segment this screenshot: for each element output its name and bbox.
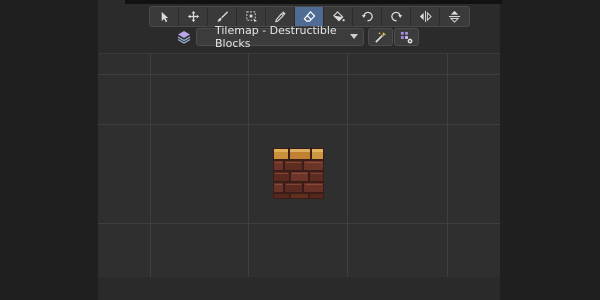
rect-select-icon [245, 11, 257, 23]
rotate-left-icon [361, 11, 373, 22]
grid-line [248, 54, 249, 277]
magic-wand-button[interactable] [368, 28, 393, 46]
arrow-cursor-icon [161, 11, 168, 23]
grid-line [347, 54, 348, 277]
grid-line [150, 54, 151, 277]
grid-line [98, 223, 500, 224]
tile-palette-icon [400, 31, 413, 43]
grid-line [447, 54, 448, 277]
destructible-block-tile[interactable] [273, 148, 324, 199]
tile-palette-button[interactable] [394, 28, 419, 46]
rotate-right-tool-button[interactable] [382, 7, 411, 26]
right-dark-area [501, 0, 600, 300]
tilemap-editor-panel: Tilemap - Destructible Blocks [97, 0, 502, 300]
move-arrows-icon [187, 10, 199, 23]
flip-vertical-tool-button[interactable] [440, 7, 469, 26]
grid-line [98, 124, 500, 125]
left-dark-area [0, 0, 97, 300]
bottom-bar [98, 277, 500, 300]
tilemap-layer-dropdown[interactable]: Tilemap - Destructible Blocks [196, 24, 364, 50]
top-strip [125, 0, 502, 4]
grid-line [98, 74, 500, 75]
flip-vertical-icon [448, 10, 461, 23]
select-tool-button[interactable] [150, 7, 179, 26]
tilemap-viewport[interactable] [98, 53, 500, 278]
flip-horizontal-tool-button[interactable] [411, 7, 440, 26]
eyedropper-icon [274, 11, 286, 23]
bucket-icon [332, 11, 345, 22]
rotate-right-icon [390, 11, 402, 22]
eraser-icon [303, 10, 315, 22]
flip-horizontal-icon [419, 10, 432, 23]
tilemap-layer-label: Tilemap - Destructible Blocks [215, 24, 337, 50]
move-tool-button[interactable] [179, 7, 208, 26]
layers-icon [177, 31, 191, 44]
magic-wand-icon [375, 31, 387, 43]
chevron-down-icon [350, 34, 358, 39]
brush-icon [216, 11, 228, 22]
tilemap-selector-row: Tilemap - Destructible Blocks [177, 24, 419, 50]
